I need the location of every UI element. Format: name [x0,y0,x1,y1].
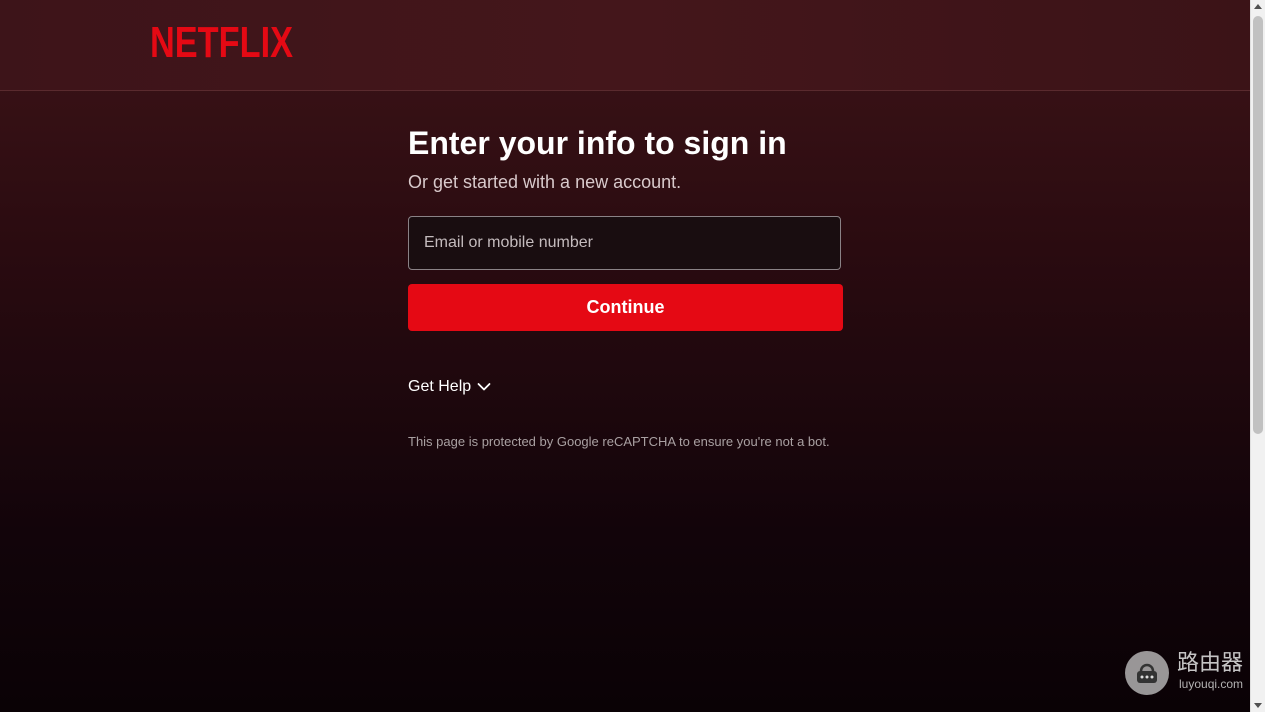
continue-button[interactable]: Continue [408,284,843,331]
signin-form: Enter your info to sign in Or get starte… [408,120,843,449]
scrollbar-thumb[interactable] [1253,16,1263,434]
chevron-down-icon [477,382,491,392]
recaptcha-notice: This page is protected by Google reCAPTC… [408,434,830,449]
scroll-down-arrow-icon[interactable] [1254,703,1262,708]
netflix-logo[interactable]: NETFLIX [150,17,293,69]
page-subtitle: Or get started with a new account. [408,172,682,192]
vertical-scrollbar[interactable] [1250,0,1265,712]
site-header: NETFLIX [0,0,1250,91]
watermark-site-text: luyouqi.com [1179,677,1244,691]
email-field[interactable] [408,216,841,270]
router-lock-icon [1125,651,1169,695]
page-title: Enter your info to sign in [408,125,787,161]
scroll-up-arrow-icon[interactable] [1254,4,1262,9]
get-help-label: Get Help [408,378,472,395]
get-help-toggle[interactable]: Get Help [408,378,491,396]
watermark-cn-text: 路由器 [1177,651,1244,676]
watermark: 路由器 luyouqi.com [1125,650,1247,696]
page-viewport: NETFLIX Enter your info to sign in Or ge… [0,0,1250,712]
